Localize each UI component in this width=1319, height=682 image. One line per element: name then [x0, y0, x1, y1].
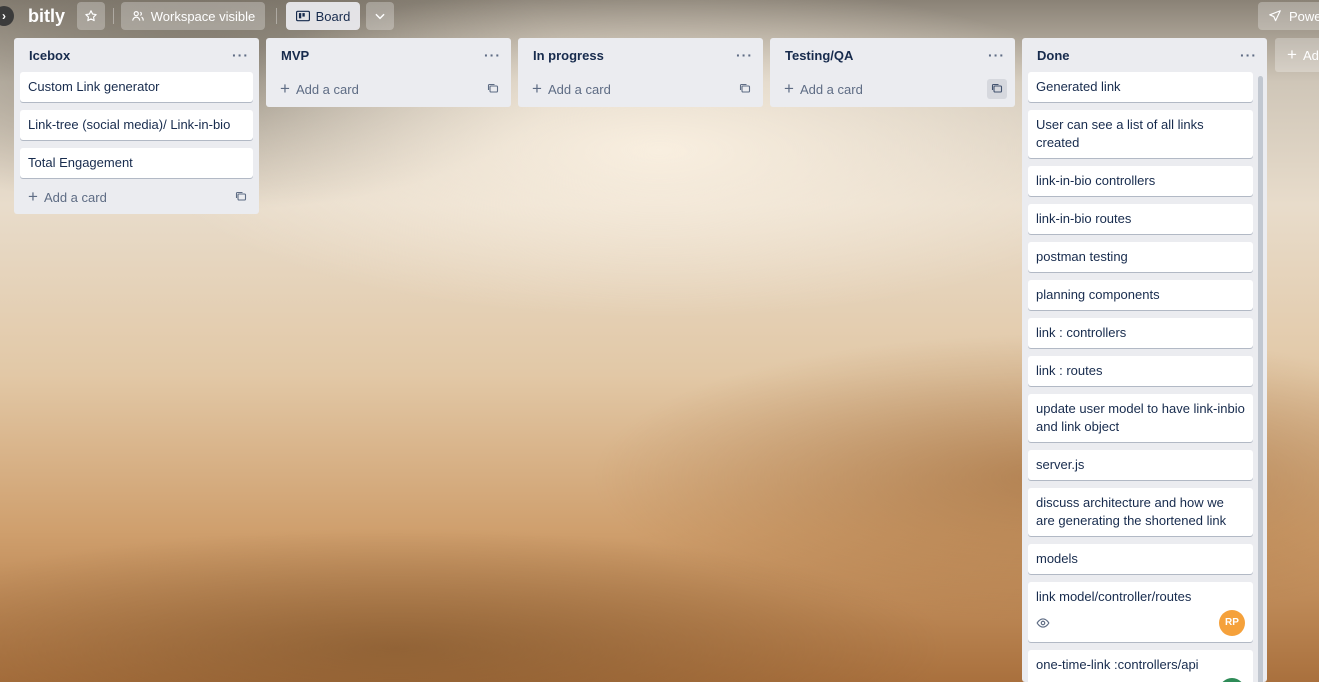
people-icon: [131, 11, 144, 21]
card[interactable]: link-in-bio routes: [1028, 204, 1253, 234]
card[interactable]: Link-tree (social media)/ Link-in-bio: [20, 110, 253, 140]
eye-icon: [1036, 618, 1050, 628]
add-card-label: Add a card: [799, 81, 863, 97]
list-mvp: MVP ··· + Add a card: [266, 38, 511, 107]
card-template-button[interactable]: [735, 79, 755, 99]
card-with-member[interactable]: one-time-link :controllers/api AI: [1028, 650, 1253, 682]
add-card-button[interactable]: + Add a card: [532, 79, 611, 98]
add-card-label: Add a card: [295, 81, 359, 97]
divider: [276, 8, 277, 24]
list-menu-icon[interactable]: ···: [988, 47, 1005, 63]
card[interactable]: link-in-bio controllers: [1028, 166, 1253, 196]
card[interactable]: postman testing: [1028, 242, 1253, 272]
template-icon: [739, 83, 751, 93]
list-icebox: Icebox ··· Custom Link generator Link-tr…: [14, 38, 259, 214]
list-menu-icon[interactable]: ···: [1240, 47, 1257, 63]
power-ups-button[interactable]: Powe: [1258, 2, 1319, 30]
divider: [113, 8, 114, 24]
card[interactable]: planning components: [1028, 280, 1253, 310]
plus-icon: +: [532, 79, 542, 98]
sidebar-expand-icon[interactable]: ›: [0, 6, 14, 26]
card-title: one-time-link :controllers/api: [1036, 657, 1199, 672]
list-title[interactable]: Done: [1037, 48, 1070, 63]
card-with-member[interactable]: link model/controller/routes RP: [1028, 582, 1253, 642]
card-template-button[interactable]: [483, 79, 503, 99]
add-card-label: Add a card: [547, 81, 611, 97]
list-title[interactable]: Testing/QA: [785, 48, 853, 63]
star-icon: [85, 10, 97, 22]
view-switcher-button[interactable]: [366, 2, 394, 30]
add-list-button[interactable]: + Ad: [1275, 38, 1319, 72]
card-title: link model/controller/routes: [1036, 589, 1192, 604]
list-scrollbar[interactable]: [1258, 76, 1263, 682]
board-header: › bitly Workspace visible Board Powe: [0, 0, 1319, 32]
list-menu-icon[interactable]: ···: [484, 47, 501, 63]
visibility-label: Workspace visible: [150, 8, 256, 24]
list-menu-icon[interactable]: ···: [232, 47, 249, 63]
card[interactable]: models: [1028, 544, 1253, 574]
power-ups-label: Powe: [1289, 8, 1319, 24]
board-icon: [295, 10, 310, 22]
list-done: Done ··· Generated link User can see a l…: [1022, 38, 1267, 682]
plus-icon: +: [280, 79, 290, 98]
add-card-button[interactable]: + Add a card: [280, 79, 359, 98]
view-label: Board: [315, 8, 351, 24]
list-title[interactable]: MVP: [281, 48, 309, 63]
rocket-icon: [1269, 10, 1281, 22]
list-testing-qa: Testing/QA ··· + Add a card: [770, 38, 1015, 107]
list-title[interactable]: In progress: [533, 48, 604, 63]
avatar[interactable]: RP: [1219, 610, 1245, 636]
card[interactable]: server.js: [1028, 450, 1253, 480]
card[interactable]: Generated link: [1028, 72, 1253, 102]
template-icon: [487, 83, 499, 93]
star-button[interactable]: [77, 2, 105, 30]
card[interactable]: link : routes: [1028, 356, 1253, 386]
list-menu-icon[interactable]: ···: [736, 47, 753, 63]
card[interactable]: update user model to have link-inbio and…: [1028, 394, 1253, 442]
list-in-progress: In progress ··· + Add a card: [518, 38, 763, 107]
card[interactable]: discuss architecture and how we are gene…: [1028, 488, 1253, 536]
list-title[interactable]: Icebox: [29, 48, 70, 63]
add-card-button[interactable]: + Add a card: [28, 187, 107, 206]
avatar[interactable]: AI: [1219, 678, 1245, 682]
card-template-button[interactable]: [987, 79, 1007, 99]
template-icon: [235, 191, 247, 201]
plus-icon: +: [28, 187, 38, 206]
add-list-label: Ad: [1302, 47, 1319, 63]
add-card-button[interactable]: + Add a card: [784, 79, 863, 98]
board-view-button[interactable]: Board: [286, 2, 360, 30]
board-name[interactable]: bitly: [28, 6, 65, 27]
card[interactable]: Total Engagement: [20, 148, 253, 178]
card[interactable]: Custom Link generator: [20, 72, 253, 102]
card[interactable]: User can see a list of all links created: [1028, 110, 1253, 158]
chevron-down-icon: [375, 13, 385, 20]
card-template-button[interactable]: [231, 187, 251, 207]
card[interactable]: link : controllers: [1028, 318, 1253, 348]
add-card-label: Add a card: [43, 189, 107, 205]
visibility-button[interactable]: Workspace visible: [121, 2, 265, 30]
plus-icon: +: [784, 79, 794, 98]
plus-icon: +: [1287, 45, 1297, 64]
template-icon: [991, 83, 1003, 93]
